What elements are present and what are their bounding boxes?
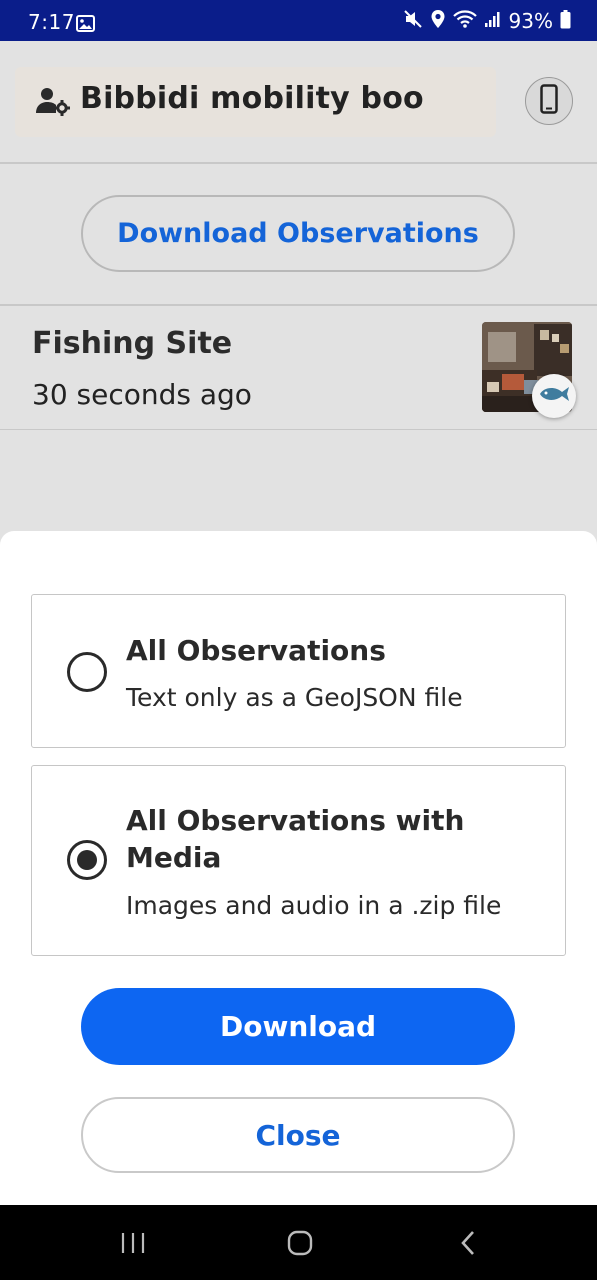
radio-button[interactable] (67, 652, 107, 692)
phone-icon (540, 84, 558, 118)
status-bar: 7:17 93% (0, 0, 597, 41)
battery-percent: 93% (508, 9, 553, 33)
option-all-observations[interactable]: All Observations Text only as a GeoJSON … (31, 594, 566, 748)
device-button[interactable] (525, 77, 573, 125)
divider (0, 162, 597, 164)
back-icon[interactable] (440, 1205, 496, 1280)
download-observations-button[interactable]: Download Observations (81, 195, 515, 272)
navigation-bar (0, 1205, 597, 1280)
fish-icon (538, 385, 570, 407)
image-icon (76, 15, 95, 36)
observation-time: 30 seconds ago (32, 378, 252, 411)
option-description: Images and audio in a .zip file (126, 891, 502, 920)
project-name: Bibbidi mobility boo (80, 81, 424, 116)
wifi-icon (452, 9, 477, 33)
divider (0, 304, 597, 306)
fish-icon-badge (532, 374, 576, 418)
option-all-observations-with-media[interactable]: All Observations with Media Images and a… (31, 765, 566, 956)
radio-button-selected[interactable] (67, 840, 107, 880)
divider (0, 429, 597, 430)
battery-icon (560, 9, 571, 33)
recent-apps-icon[interactable] (105, 1205, 161, 1280)
home-icon[interactable] (272, 1205, 328, 1280)
signal-icon (484, 10, 502, 32)
download-button[interactable]: Download (81, 988, 515, 1065)
project-selector[interactable]: Bibbidi mobility boo (15, 67, 496, 137)
option-title: All Observations (126, 634, 386, 667)
observation-title: Fishing Site (32, 326, 233, 361)
location-icon (430, 9, 446, 33)
close-button[interactable]: Close (81, 1097, 515, 1173)
user-gear-icon (36, 86, 70, 120)
option-description: Text only as a GeoJSON file (126, 683, 463, 712)
mute-icon (403, 9, 423, 33)
status-time: 7:17 (28, 10, 75, 34)
option-title: All Observations with Media (126, 804, 465, 874)
